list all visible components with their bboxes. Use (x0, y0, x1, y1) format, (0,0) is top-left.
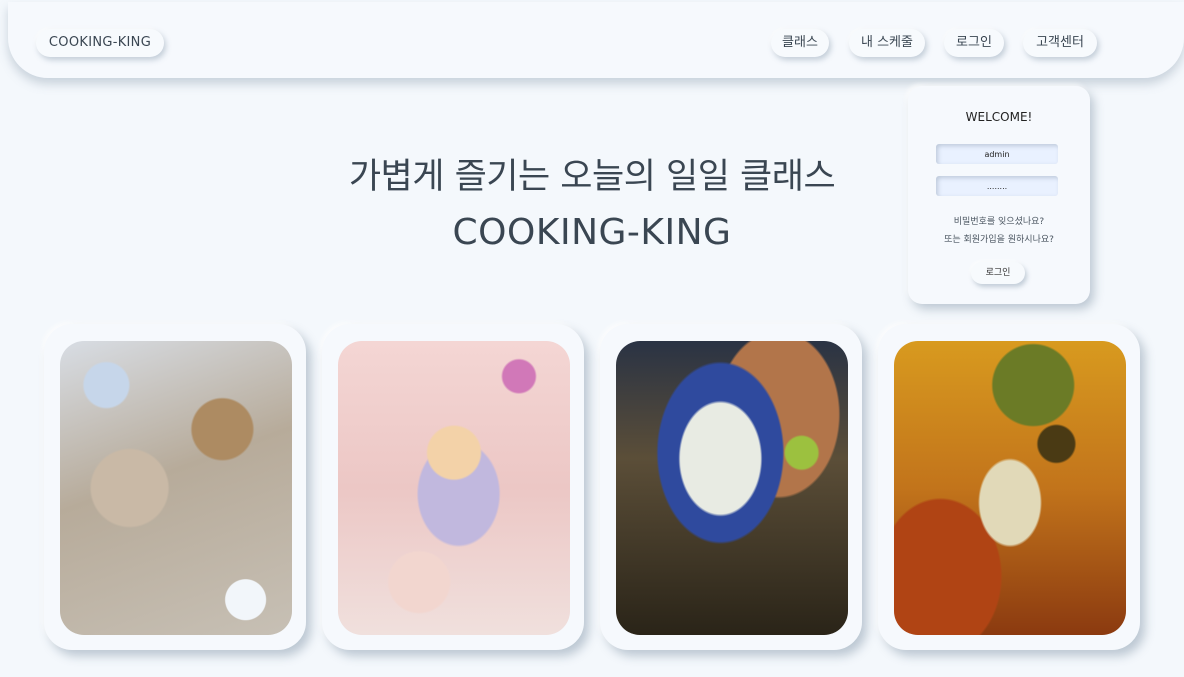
password-input[interactable] (936, 176, 1058, 196)
login-panel: WELCOME! 비밀번호를 잊으셨나요? 또는 회원가입을 원하시나요? 로그… (908, 86, 1090, 304)
brand-logo[interactable]: COOKING-KING (36, 29, 164, 57)
login-title: WELCOME! (965, 110, 1033, 124)
margarita-cocktail-photo (616, 341, 848, 635)
username-input[interactable] (936, 144, 1058, 164)
class-card-2[interactable] (322, 324, 584, 650)
class-card-4[interactable] (878, 324, 1140, 650)
class-card-1[interactable] (44, 324, 306, 650)
nav-item-login[interactable]: 로그인 (944, 29, 1004, 57)
signup-link[interactable]: 또는 회원가입을 원하시나요? (908, 232, 1090, 245)
forgot-password-link[interactable]: 비밀번호를 잊으셨나요? (908, 214, 1090, 227)
nav-item-my-schedule[interactable]: 내 스케줄 (849, 29, 925, 57)
party-table-photo (60, 341, 292, 635)
nav-item-customer-center[interactable]: 고객센터 (1023, 29, 1097, 57)
login-button[interactable]: 로그인 (971, 262, 1025, 284)
wine-glasses-photo (894, 341, 1126, 635)
nav-item-class[interactable]: 클래스 (771, 29, 829, 57)
top-navbar (8, 2, 1184, 78)
class-card-3[interactable] (600, 324, 862, 650)
unicorn-dessert-table-photo (338, 341, 570, 635)
hero-title: COOKING-KING (452, 212, 732, 253)
hero-headline: 가볍게 즐기는 오늘의 일일 클래스 (348, 157, 836, 197)
